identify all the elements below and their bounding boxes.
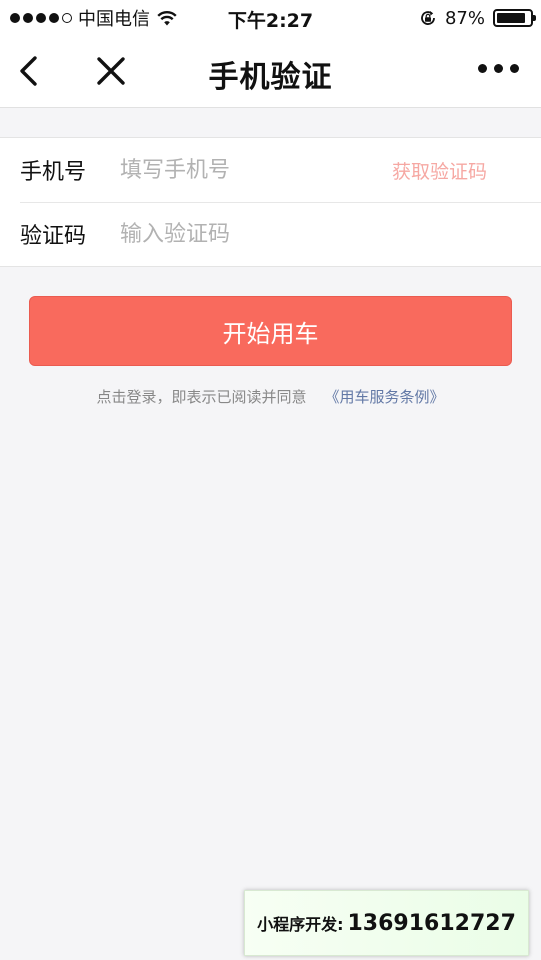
rotation-lock-icon xyxy=(421,11,435,25)
phone-row: 手机号 获取验证码 xyxy=(0,138,541,202)
service-terms-link[interactable]: 《用车服务条例》 xyxy=(325,388,445,406)
phone-label: 手机号 xyxy=(20,160,87,185)
navigation-bar: 手机验证 xyxy=(0,36,541,108)
more-dot xyxy=(478,64,487,73)
more-icon[interactable] xyxy=(478,64,519,73)
code-input[interactable] xyxy=(120,214,541,254)
agreement-text: 点击登录，即表示已阅读并同意 xyxy=(96,388,307,406)
badge-phone-number: 13691612727 xyxy=(347,910,516,936)
status-right: 87% xyxy=(419,6,536,30)
battery-icon xyxy=(493,9,536,27)
agreement-notice: 点击登录，即表示已阅读并同意 《用车服务条例》 xyxy=(0,386,541,407)
get-code-button[interactable]: 获取验证码 xyxy=(392,157,487,184)
status-bar: 中国电信 下午2:27 87% xyxy=(0,0,541,36)
verification-form: 手机号 获取验证码 验证码 xyxy=(0,137,541,267)
badge-label: 小程序开发: xyxy=(257,915,344,934)
more-dot xyxy=(494,64,503,73)
contact-badge: 小程序开发: 13691612727 xyxy=(244,890,529,956)
more-dot xyxy=(510,64,519,73)
page-title: 手机验证 xyxy=(208,60,333,95)
battery-percentage: 87% xyxy=(444,7,485,29)
start-ride-button[interactable]: 开始用车 xyxy=(29,296,512,366)
code-label: 验证码 xyxy=(20,224,87,249)
battery-level-fill xyxy=(497,13,525,23)
code-row: 验证码 xyxy=(0,202,541,266)
